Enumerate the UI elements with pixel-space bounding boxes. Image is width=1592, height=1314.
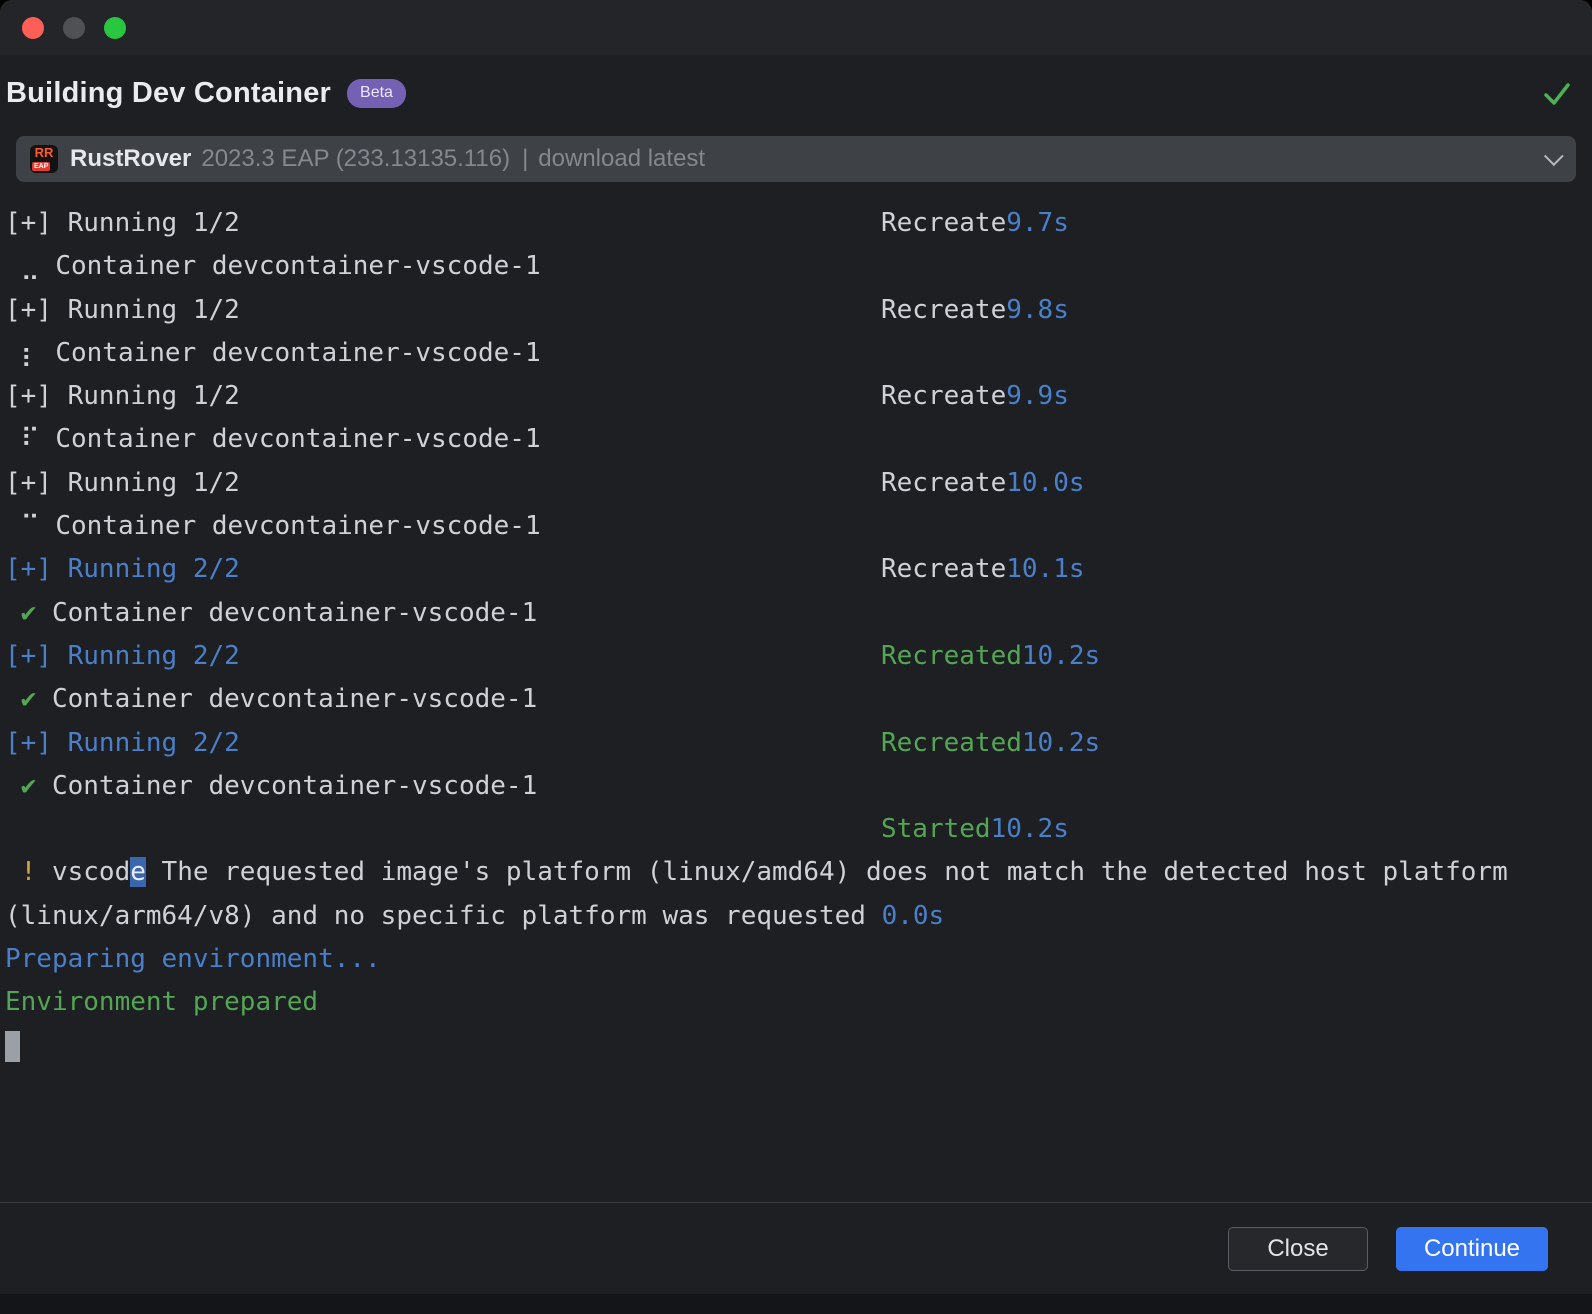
log-line: [+] Running 1/2 Recreate9.9s (5, 375, 1588, 418)
rustrover-logo-letters: RR (34, 145, 54, 160)
log-text-segment: Recreate (881, 467, 1007, 498)
log[interactable]: [+] Running 1/2 Recreate9.7s ⣀ Container … (0, 182, 1592, 1068)
log-text-segment: Container devcontainer-vscode-1 (36, 684, 538, 715)
success-check-icon (1544, 82, 1570, 105)
log-line: [+] Running 1/2 Recreate9.7s (5, 202, 1588, 245)
footer-bar: Close Continue (0, 1202, 1592, 1294)
log-status-column: Recreate10.0s (881, 462, 1085, 505)
log-line (5, 1025, 1588, 1068)
titlebar (0, 0, 1592, 55)
log-line: Preparing environment... (5, 938, 1588, 981)
log-text-segment: 10.2s (1021, 640, 1101, 671)
log-text-segment: The requested image's platform (linux/am… (145, 857, 1508, 888)
log-text-segment: Recreate (881, 381, 1007, 412)
log-text-segment: ✔ (20, 684, 37, 715)
log-status-column: Recreate9.8s (881, 289, 1069, 332)
log-text-segment: Started (881, 814, 991, 845)
log-line: Environment prepared (5, 981, 1588, 1024)
log-text-segment: Recreate (881, 554, 1007, 585)
log-text-segment: ⣀ Container devcontainer-vscode-1 (5, 251, 541, 282)
minimize-traffic-light[interactable] (63, 16, 85, 39)
log-status-column: Recreate9.7s (881, 202, 1069, 245)
log-text-segment: [+] Running 2/2 (5, 640, 240, 671)
rustrover-eap-tag: EAP (32, 162, 51, 171)
log-status-column: Recreated10.2s (881, 722, 1100, 765)
page-title: Building Dev Container (6, 77, 332, 109)
continue-button[interactable]: Continue (1396, 1226, 1548, 1271)
log-text-segment: (linux/arm64/v8) and no specific platfor… (5, 900, 882, 931)
log-line: ⡆ Container devcontainer-vscode-1 (5, 332, 1588, 375)
log-line: [+] Running 1/2 Recreate9.8s (5, 289, 1588, 332)
log-text-segment: [+] Running 1/2 (5, 294, 240, 325)
log-line: (linux/arm64/v8) and no specific platfor… (5, 895, 1588, 938)
log-text-segment: 9.8s (1006, 294, 1069, 325)
log-line: [+] Running 2/2 Recreated10.2s (5, 722, 1588, 765)
log-text-segment: [+] Running 1/2 (5, 208, 240, 238)
ide-name: RustRover (70, 145, 192, 172)
log-line: ✔ Container devcontainer-vscode-1 (5, 592, 1588, 635)
log-text-segment: 9.9s (1006, 381, 1069, 412)
dialog-window: Building Dev Container Beta RR EAP RustR… (0, 0, 1592, 1314)
log-line: [+] Running 2/2 Recreated10.2s (5, 635, 1588, 678)
log-text-segment: ⠏ Container devcontainer-vscode-1 (5, 424, 541, 455)
rustrover-logo-icon: RR EAP (30, 145, 58, 173)
log-status-column: Started10.2s (881, 808, 1069, 851)
ide-selector-dropdown[interactable]: RR EAP RustRover 2023.3 EAP (233.13135.1… (16, 136, 1576, 182)
log-text-segment: Environment prepared (5, 987, 319, 1018)
log-status-column: Recreate10.1s (881, 548, 1085, 591)
bottom-edge (0, 1294, 1592, 1314)
beta-badge: Beta (347, 79, 406, 108)
log-text-segment: ! (20, 857, 37, 888)
version-separator: | (522, 145, 529, 172)
log-text-segment: Recreated (881, 640, 1022, 671)
log-text-segment: ⠉ Container devcontainer-vscode-1 (5, 511, 541, 542)
log-text-segment: ✔ (20, 597, 37, 628)
log-text-segment: Container devcontainer-vscode-1 (36, 770, 538, 801)
log-text-segment: ⡆ Container devcontainer-vscode-1 (5, 337, 541, 368)
log-line: Started10.2s (5, 808, 1588, 851)
log-text-segment: [+] Running 2/2 (5, 554, 240, 585)
log-text-segment: [+] Running 1/2 (5, 467, 240, 498)
log-text-segment (5, 684, 21, 714)
log-text-segment: Recreate (881, 294, 1007, 325)
log-text-segment: 10.0s (1006, 467, 1085, 498)
download-latest-link[interactable]: download latest (538, 145, 705, 173)
log-text-segment: Preparing environment... (5, 944, 381, 975)
log-text-segment: ✔ (20, 770, 37, 801)
zoom-traffic-light[interactable] (104, 16, 126, 39)
log-text-segment: 0.0s (881, 900, 945, 931)
log-text-segment: 10.2s (990, 814, 1069, 845)
log-text-segment: 9.7s (1006, 208, 1069, 238)
log-status-column: Recreate9.9s (881, 375, 1069, 418)
ide-version: 2023.3 EAP (233.13135.116) (201, 145, 511, 172)
chevron-down-icon (1543, 146, 1564, 167)
log-text-segment (5, 598, 21, 628)
log-text-segment: Recreate (881, 208, 1007, 238)
log-status-column: Recreated10.2s (881, 635, 1100, 678)
log-line: ! vscode The requested image's platform … (5, 851, 1588, 894)
close-button[interactable]: Close (1228, 1226, 1368, 1271)
log-text-segment: e (130, 857, 146, 888)
log-line: ⣀ Container devcontainer-vscode-1 (5, 245, 1588, 288)
log-text-segment (5, 771, 21, 801)
log-text-segment: Recreated (881, 727, 1022, 758)
log-text-segment: 10.1s (1006, 554, 1085, 585)
close-traffic-light[interactable] (22, 16, 44, 39)
header: Building Dev Container Beta (0, 55, 1592, 110)
log-text-segment: 10.2s (1021, 727, 1101, 758)
log-line: [+] Running 2/2 Recreate10.1s (5, 548, 1588, 591)
log-text-segment: [+] Running 1/2 (5, 381, 240, 412)
log-line: [+] Running 1/2 Recreate10.0s (5, 462, 1588, 505)
log-line: ✔ Container devcontainer-vscode-1 (5, 765, 1588, 808)
log-line: ⠉ Container devcontainer-vscode-1 (5, 505, 1588, 548)
log-text-segment (5, 857, 21, 887)
log-text-segment: [+] Running 2/2 (5, 727, 240, 758)
log-line: ✔ Container devcontainer-vscode-1 (5, 678, 1588, 721)
log-text-segment: Container devcontainer-vscode-1 (36, 597, 538, 628)
log-text-segment: vscod (36, 857, 131, 888)
terminal-block-cursor (5, 1030, 20, 1062)
log-line: ⠏ Container devcontainer-vscode-1 (5, 418, 1588, 461)
